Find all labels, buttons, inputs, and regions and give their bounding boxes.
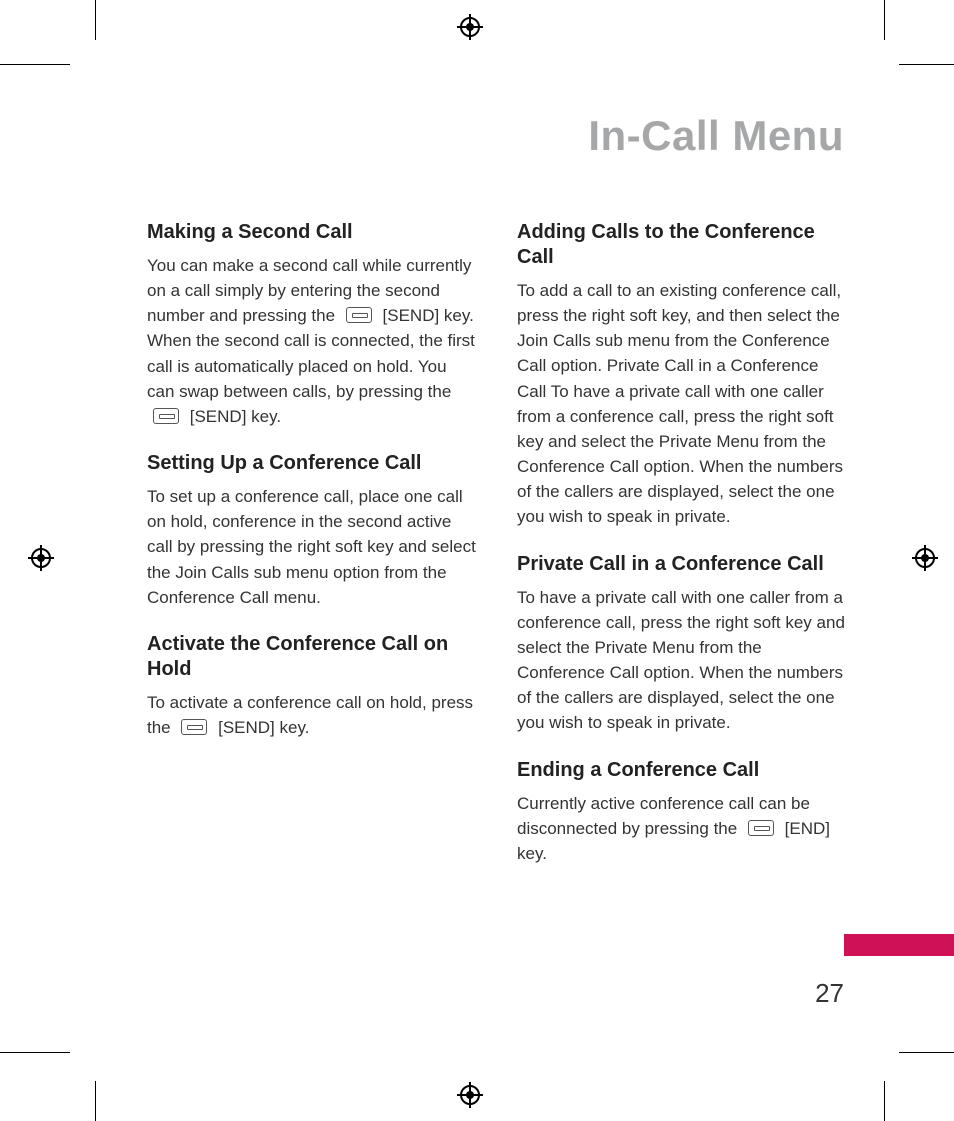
section-body: To activate a conference call on hold, p…: [147, 690, 477, 740]
send-key-icon: [153, 408, 179, 424]
body-text: [SEND] key.: [190, 407, 281, 426]
section-heading: Adding Calls to the Conference Call: [517, 220, 847, 270]
section-activate-conference-hold: Activate the Conference Call on Hold To …: [147, 632, 477, 740]
left-column: Making a Second Call You can make a seco…: [147, 220, 477, 888]
page-number: 27: [815, 978, 844, 1009]
page-title: In-Call Menu: [588, 112, 844, 160]
body-text: [SEND] key.: [218, 718, 309, 737]
section-heading: Private Call in a Conference Call: [517, 552, 847, 577]
crop-mark: [0, 1052, 70, 1053]
content-columns: Making a Second Call You can make a seco…: [147, 220, 847, 888]
section-heading: Activate the Conference Call on Hold: [147, 632, 477, 682]
right-column: Adding Calls to the Conference Call To a…: [517, 220, 847, 888]
crop-mark: [899, 64, 954, 65]
section-body: To have a private call with one caller f…: [517, 585, 847, 736]
registration-mark-icon: [912, 545, 938, 571]
section-body: To set up a conference call, place one c…: [147, 484, 477, 610]
section-adding-calls-conference: Adding Calls to the Conference Call To a…: [517, 220, 847, 530]
crop-mark: [0, 64, 70, 65]
section-making-second-call: Making a Second Call You can make a seco…: [147, 220, 477, 429]
section-heading: Making a Second Call: [147, 220, 477, 245]
section-setting-up-conference: Setting Up a Conference Call To set up a…: [147, 451, 477, 610]
section-private-call-conference: Private Call in a Conference Call To hav…: [517, 552, 847, 736]
document-page: In-Call Menu Making a Second Call You ca…: [0, 0, 954, 1121]
section-body: Currently active conference call can be …: [517, 791, 847, 866]
section-body: You can make a second call while current…: [147, 253, 477, 429]
registration-mark-icon: [457, 1082, 483, 1108]
section-ending-conference: Ending a Conference Call Currently activ…: [517, 758, 847, 866]
accent-bar: [844, 934, 954, 956]
crop-mark: [899, 1052, 954, 1053]
registration-mark-icon: [28, 545, 54, 571]
send-key-icon: [346, 307, 372, 323]
crop-mark: [884, 1081, 885, 1121]
section-heading: Setting Up a Conference Call: [147, 451, 477, 476]
end-key-icon: [748, 820, 774, 836]
registration-mark-icon: [457, 14, 483, 40]
send-key-icon: [181, 719, 207, 735]
section-heading: Ending a Conference Call: [517, 758, 847, 783]
crop-mark: [95, 0, 96, 40]
crop-mark: [884, 0, 885, 40]
crop-mark: [95, 1081, 96, 1121]
section-body: To add a call to an existing conference …: [517, 278, 847, 530]
